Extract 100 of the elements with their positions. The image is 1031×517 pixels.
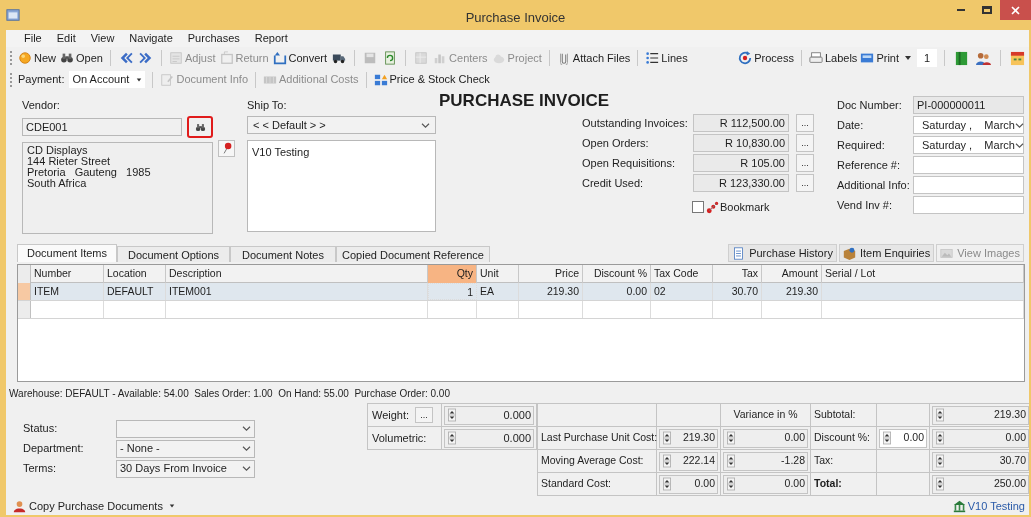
toolbar-button[interactable]: Price & Stock Check	[373, 70, 490, 89]
bookmark-checkbox[interactable]	[692, 201, 704, 213]
date-picker[interactable]: Saturday , March	[913, 116, 1024, 134]
document-list-icon	[732, 246, 746, 260]
payment-dropdown[interactable]: On Account	[69, 71, 146, 88]
menu-item[interactable]: Report	[254, 31, 288, 46]
spinner-icon	[448, 431, 456, 445]
vendor-field[interactable]: CDE001	[22, 118, 182, 136]
spinner-icon	[883, 431, 891, 445]
spin-field[interactable]: 0.00	[723, 474, 808, 494]
ellipsis-button[interactable]: ...	[415, 407, 434, 423]
save-icon	[363, 51, 378, 65]
column-header[interactable]: Qty	[428, 265, 477, 283]
menu-item[interactable]: Purchases	[187, 31, 240, 46]
menu-item[interactable]: View	[90, 31, 115, 46]
spin-field[interactable]: 0.00	[879, 428, 927, 448]
book-icon	[954, 50, 969, 66]
chevron-down-icon	[1014, 141, 1024, 149]
text-field[interactable]	[913, 196, 1024, 214]
chevron-down-icon	[242, 425, 251, 432]
toolbar-button[interactable]: Process	[738, 49, 794, 67]
ellipsis-button[interactable]: ...	[796, 114, 814, 132]
ship-to-address: V10 Testing	[247, 140, 436, 232]
chevron-down-icon	[421, 121, 430, 129]
toolbar-button[interactable]: Attach Files	[555, 49, 632, 67]
field-label: Weight:	[372, 407, 410, 423]
field-label: Tax:	[814, 453, 834, 469]
field-label: Open Requisitions:	[582, 155, 676, 171]
text-field[interactable]	[913, 176, 1024, 194]
spin-field[interactable]: 0.00	[932, 428, 1029, 448]
field-label: Last Purchase Unit Cost:	[541, 430, 658, 446]
dropdown-field[interactable]: - None -	[116, 439, 255, 458]
panel-button[interactable]: Item Enquiries	[838, 244, 935, 262]
table-cell: 219.30	[519, 283, 583, 300]
chevron-down-icon	[242, 465, 251, 472]
close-icon	[1011, 5, 1020, 15]
field-label: Status:	[23, 421, 59, 437]
field-label: Outstanding Invoices:	[582, 115, 689, 131]
spin-field[interactable]: 219.30	[659, 428, 718, 448]
ellipsis-button[interactable]: ...	[796, 134, 814, 152]
dropdown-field[interactable]: 30 Days From Invoice	[116, 459, 255, 478]
dropdown-field[interactable]	[116, 419, 255, 438]
field-label: Credit Used:	[582, 175, 645, 191]
vendor-lookup-button[interactable]	[187, 116, 213, 138]
spinner-icon	[936, 408, 944, 422]
ship-to-dropdown[interactable]: < < Default > >	[247, 116, 436, 134]
copies-field[interactable]: 1	[917, 49, 937, 67]
menu-item[interactable]: Navigate	[129, 31, 173, 46]
company-link[interactable]: V10 Testing	[952, 497, 1025, 515]
field-label: Vendor:	[22, 98, 61, 113]
doc-number-field: PI-000000011	[913, 96, 1024, 114]
menu-item[interactable]: Edit	[56, 31, 76, 46]
spinner-icon	[663, 431, 671, 445]
spin-field[interactable]: 0.000	[444, 428, 534, 448]
field-label: Doc Number:	[837, 97, 903, 113]
text-field[interactable]	[913, 156, 1024, 174]
chevron-down-icon	[242, 445, 251, 452]
ellipsis-button[interactable]: ...	[796, 174, 814, 192]
spin-field[interactable]: 0.00	[659, 474, 718, 494]
tab[interactable]: Copied Document Reference	[336, 246, 490, 262]
field-label: Open Orders:	[582, 135, 650, 151]
spin-field[interactable]: 0.00	[723, 428, 808, 448]
close-button[interactable]	[1000, 0, 1031, 20]
copy-documents-button[interactable]: Copy Purchase Documents	[13, 497, 175, 515]
table-cell: 1	[428, 283, 477, 300]
spin-field[interactable]: 30.70	[932, 451, 1029, 471]
date-picker[interactable]: Saturday , March	[913, 136, 1024, 154]
balance-field: R 10,830.00	[693, 134, 789, 152]
spinner-icon	[663, 477, 671, 491]
spin-field[interactable]: 250.00	[932, 474, 1029, 494]
toolbar-button[interactable]: Lines	[644, 49, 689, 67]
image-icon	[940, 246, 954, 260]
field-label: Moving Average Cost:	[541, 453, 644, 469]
convert-icon	[272, 51, 287, 65]
field-label: Volumetric:	[372, 430, 427, 446]
toolbar-button[interactable]: Convert	[271, 49, 329, 67]
table-cell: 30.70	[713, 283, 762, 300]
spin-field[interactable]: 219.30	[932, 405, 1029, 425]
bookmark-icon	[706, 200, 719, 214]
spin-field[interactable]: 222.14	[659, 451, 718, 471]
tab[interactable]: Document Notes	[230, 246, 336, 262]
balance-field: R 123,330.00	[693, 174, 789, 192]
spin-field[interactable]: 0.000	[444, 405, 534, 425]
tab[interactable]: Document Options	[117, 246, 230, 262]
toolbar-button[interactable]: New	[17, 49, 57, 67]
spin-field[interactable]: -1.28	[723, 451, 808, 471]
ellipsis-button[interactable]: ...	[796, 154, 814, 172]
field-label: Reference #:	[837, 157, 901, 173]
field-label: Vend Inv #:	[837, 197, 894, 213]
panel-button[interactable]: Purchase History	[728, 244, 837, 262]
field-label: Total:	[814, 476, 842, 492]
table-cell: ITEM001	[166, 283, 428, 300]
toolbar-button[interactable]: Print	[860, 49, 899, 67]
pin-button[interactable]	[218, 140, 235, 157]
toolbar-button[interactable]: Open	[59, 49, 104, 67]
tab[interactable]: Document Items	[17, 244, 117, 262]
menu-item[interactable]: File	[24, 31, 42, 46]
table-cell: 02	[651, 283, 713, 300]
toolbar-button[interactable]: Labels	[808, 49, 858, 67]
double-chevron-right-icon	[138, 51, 153, 65]
